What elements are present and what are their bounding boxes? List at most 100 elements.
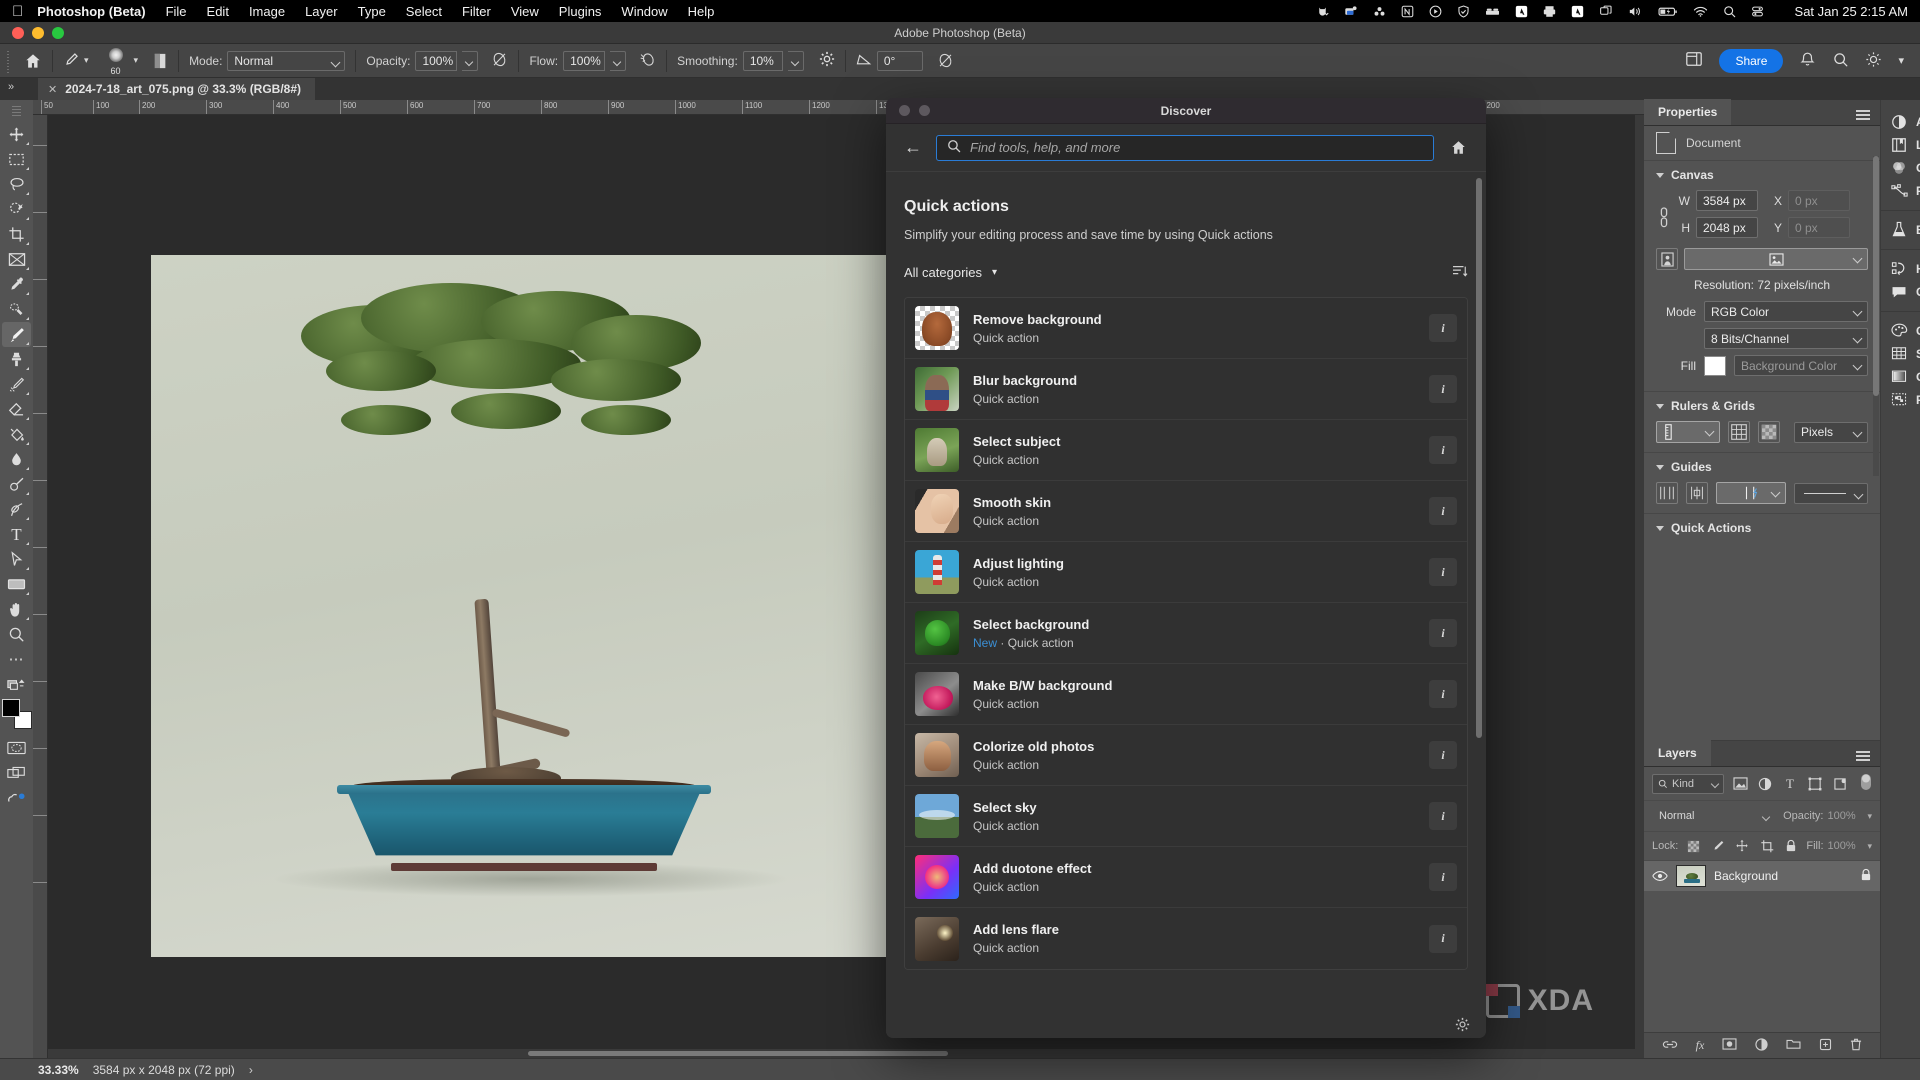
list-item[interactable]: Add lens flare Quick action i xyxy=(905,908,1467,969)
sidebar-item-adjustments[interactable]: Adjustments xyxy=(1881,110,1920,133)
canvas-horizontal-scrollbar[interactable] xyxy=(48,1049,1644,1058)
chevron-down-icon[interactable]: ▾ xyxy=(1867,811,1872,822)
expand-panels-icon[interactable]: » xyxy=(8,81,14,93)
zoom-level[interactable]: 33.33% xyxy=(38,1063,79,1077)
sidebar-item-history[interactable]: History xyxy=(1881,257,1920,280)
transparency-grid-icon[interactable] xyxy=(1758,421,1780,443)
maximize-window-button[interactable] xyxy=(52,26,64,39)
layer-visibility-icon[interactable] xyxy=(1652,868,1668,884)
list-item[interactable]: Add duotone effect Quick action i xyxy=(905,847,1467,908)
blend-mode-select[interactable]: Normal xyxy=(227,50,346,71)
canvas-vertical-scrollbar[interactable] xyxy=(1635,115,1644,1049)
screen-mode-toggle[interactable] xyxy=(2,760,31,785)
home-button[interactable] xyxy=(17,44,49,78)
info-icon[interactable]: i xyxy=(1429,436,1457,464)
object-selection-tool[interactable] xyxy=(2,197,31,222)
clone-stamp-tool[interactable] xyxy=(2,347,31,372)
apple-menu-icon[interactable]:  xyxy=(12,4,23,19)
type-layer-filter-icon[interactable]: T xyxy=(1781,775,1799,793)
delete-layer-icon[interactable] xyxy=(1850,1038,1862,1054)
list-item[interactable]: Select background New · Quick action i xyxy=(905,603,1467,664)
adjustment-layer-filter-icon[interactable] xyxy=(1756,775,1774,793)
lasso-tool[interactable] xyxy=(2,172,31,197)
crop-tool[interactable] xyxy=(2,222,31,247)
color-mode-select[interactable]: RGB Color xyxy=(1704,301,1868,322)
edit-toolbar-button[interactable]: ⋯ xyxy=(2,647,31,672)
brush-tool-preset[interactable]: ▾ xyxy=(56,44,96,78)
notion-icon[interactable] xyxy=(1401,5,1414,18)
search-icon[interactable] xyxy=(1832,51,1849,71)
window-mirror-icon[interactable] xyxy=(1599,5,1613,18)
smoothing-settings-icon[interactable] xyxy=(819,51,835,70)
smoothing-dropdown-button[interactable] xyxy=(787,50,804,71)
foreground-color-swatch[interactable] xyxy=(1,699,20,717)
layer-kind-filter[interactable]: Kind xyxy=(1652,773,1724,794)
brush-settings-panel-button[interactable] xyxy=(145,44,175,78)
quick-actions-section-title[interactable]: Quick Actions xyxy=(1656,521,1868,535)
chevron-down-icon[interactable]: ▾ xyxy=(1898,54,1904,67)
sidebar-item-channels[interactable]: Channels xyxy=(1881,156,1920,179)
info-icon[interactable]: i xyxy=(1429,497,1457,525)
hand-tool[interactable] xyxy=(2,597,31,622)
panel-menu-icon[interactable] xyxy=(1856,108,1880,125)
properties-scrollbar[interactable] xyxy=(1873,156,1879,476)
chevron-down-icon[interactable] xyxy=(1656,172,1664,178)
chevron-down-icon[interactable] xyxy=(1656,464,1664,470)
airbrush-icon[interactable] xyxy=(639,51,656,71)
spotlight-search-icon[interactable] xyxy=(1723,5,1736,18)
opacity-dropdown-button[interactable] xyxy=(462,50,479,71)
sidebar-item-gradients[interactable]: Gradients xyxy=(1881,365,1920,388)
grid-icon[interactable] xyxy=(1728,421,1750,443)
layer-name[interactable]: Background xyxy=(1714,869,1852,883)
close-icon[interactable]: ✕ xyxy=(48,83,57,96)
notifications-icon[interactable] xyxy=(1799,51,1816,71)
move-tool[interactable] xyxy=(2,122,31,147)
fill-value[interactable]: 100% xyxy=(1828,840,1864,852)
smart-guides-icon[interactable] xyxy=(1686,482,1708,504)
menu-select[interactable]: Select xyxy=(406,4,442,19)
shield-check-icon[interactable] xyxy=(1457,4,1470,18)
dodge-tool[interactable] xyxy=(2,472,31,497)
rectangle-tool[interactable] xyxy=(2,572,31,597)
info-icon[interactable]: i xyxy=(1429,375,1457,403)
show-guides-icon[interactable] xyxy=(1656,482,1678,504)
list-item[interactable]: Smooth skin Quick action i xyxy=(905,481,1467,542)
search-input[interactable]: Find tools, help, and more xyxy=(936,134,1434,161)
flow-dropdown-button[interactable] xyxy=(610,50,627,71)
layer-thumbnail[interactable] xyxy=(1676,865,1706,887)
pixel-layer-filter-icon[interactable] xyxy=(1731,775,1749,793)
layer-mask-icon[interactable] xyxy=(1722,1038,1737,1053)
list-item[interactable]: Colorize old photos Quick action i xyxy=(905,725,1467,786)
volume-icon[interactable] xyxy=(1628,5,1643,18)
menu-filter[interactable]: Filter xyxy=(462,4,491,19)
tab-properties[interactable]: Properties xyxy=(1644,99,1732,125)
lock-all-icon[interactable] xyxy=(1782,837,1799,855)
ruler-unit-select[interactable]: Pixels xyxy=(1794,421,1868,443)
gear-icon[interactable] xyxy=(1455,1017,1470,1035)
document-tab[interactable]: ✕ 2024-7-18_art_075.png @ 33.3% (RGB/8#) xyxy=(38,78,316,100)
fill-type-select[interactable]: Background Color xyxy=(1734,355,1868,376)
info-icon[interactable]: i xyxy=(1429,558,1457,586)
menu-bar-clock[interactable]: Sat Jan 25 2:15 AM xyxy=(1795,4,1908,19)
table-row[interactable]: Background xyxy=(1644,861,1880,891)
foreground-background-colors[interactable] xyxy=(1,699,32,729)
tab-layers[interactable]: Layers xyxy=(1644,740,1711,766)
play-icon[interactable] xyxy=(1429,5,1442,18)
options-bar-grip[interactable] xyxy=(4,48,13,73)
link-layers-icon[interactable] xyxy=(1662,1039,1678,1053)
type-tool[interactable]: T xyxy=(2,522,31,547)
fill-color-swatch[interactable] xyxy=(1704,355,1726,376)
printer-icon[interactable] xyxy=(1543,5,1556,18)
chevron-down-icon[interactable] xyxy=(1656,403,1664,409)
smoothing-input[interactable]: 10% xyxy=(742,50,783,71)
list-item[interactable]: Select sky Quick action i xyxy=(905,786,1467,847)
list-item[interactable]: Blur background Quick action i xyxy=(905,359,1467,420)
panel-menu-icon[interactable] xyxy=(1856,749,1880,766)
vertical-ruler[interactable] xyxy=(33,115,48,1058)
list-item[interactable]: Select subject Quick action i xyxy=(905,420,1467,481)
sidebar-item-patterns[interactable]: Patterns xyxy=(1881,388,1920,411)
discover-scrollbar[interactable] xyxy=(1476,178,1482,994)
adobe-icon[interactable] xyxy=(1571,5,1584,18)
lock-artboard-icon[interactable] xyxy=(1758,837,1775,855)
list-item[interactable]: Make B/W background Quick action i xyxy=(905,664,1467,725)
